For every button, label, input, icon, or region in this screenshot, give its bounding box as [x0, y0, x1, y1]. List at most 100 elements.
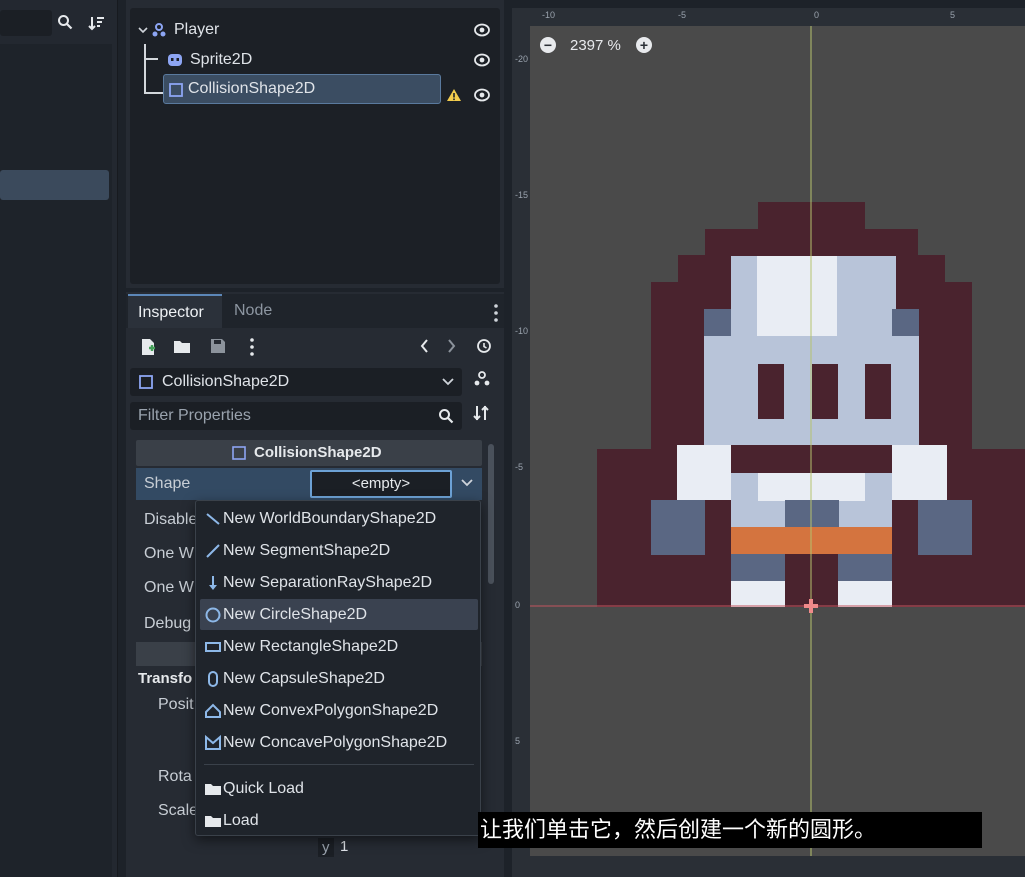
tab-node[interactable]: Node: [224, 294, 282, 328]
folder-icon: [205, 816, 221, 827]
property-label: Rota: [158, 768, 192, 785]
collisionshape2d-icon: [139, 375, 153, 389]
filesystem-path-field[interactable]: [0, 10, 52, 36]
menu-item-separation-ray[interactable]: New SeparationRayShape2D: [200, 567, 478, 598]
menu-item-concave-polygon[interactable]: New ConcavePolygonShape2D: [200, 727, 478, 758]
inspector-scrollbar[interactable]: [488, 444, 494, 584]
search-icon: [439, 409, 454, 424]
segment-icon: [206, 544, 220, 558]
node-tools-icon[interactable]: [470, 370, 494, 394]
menu-item-label: New RectangleShape2D: [223, 638, 399, 655]
tree-item-sprite2d[interactable]: Sprite2D: [130, 46, 500, 74]
visibility-eye-icon[interactable]: [474, 23, 490, 37]
sort-icon[interactable]: [88, 14, 106, 32]
menu-item-convex-polygon[interactable]: New ConvexPolygonShape2D: [200, 695, 478, 726]
visibility-eye-icon[interactable]: [474, 88, 490, 102]
menu-item-world-boundary[interactable]: New WorldBoundaryShape2D: [200, 503, 478, 534]
more-options-icon[interactable]: [242, 338, 262, 358]
zoom-controls: − 2397 % +: [540, 34, 660, 56]
rectangle-icon: [205, 642, 221, 652]
menu-item-label: New CircleShape2D: [223, 606, 368, 623]
sprite2d-icon: [168, 54, 182, 66]
selected-node-dropdown[interactable]: CollisionShape2D: [130, 368, 462, 396]
menu-item-label: New ConcavePolygonShape2D: [223, 734, 448, 751]
menu-item-circle[interactable]: New CircleShape2D: [200, 599, 478, 630]
inspector-tabbar: Inspector Node: [126, 294, 504, 328]
canvas-viewport[interactable]: -10 -5 0 5 -20 -15 -10 -5 0 5 − 2397 % +: [512, 8, 1025, 877]
tab-inspector[interactable]: Inspector: [128, 294, 222, 328]
menu-item-label: New SeparationRayShape2D: [223, 574, 433, 591]
open-folder-icon[interactable]: [172, 338, 192, 358]
world-boundary-icon: [206, 513, 220, 525]
zoom-level[interactable]: 2397 %: [570, 37, 621, 54]
inspector-toolbar: [134, 336, 496, 362]
scene-dock: Player Sprite2D CollisionShape2D: [126, 0, 504, 288]
godot-editor: Player Sprite2D CollisionShape2D Inspect…: [0, 0, 1025, 877]
property-shape[interactable]: Shape <empty>: [136, 468, 482, 500]
visibility-eye-icon[interactable]: [474, 53, 490, 67]
capsule-icon: [208, 671, 218, 687]
chevron-down-icon: [442, 378, 454, 386]
property-label: Scale: [158, 802, 199, 819]
tree-item-label: Player: [174, 21, 220, 38]
collisionshape2d-icon: [232, 446, 246, 460]
convex-polygon-icon: [205, 703, 221, 718]
shape-type-menu: New WorldBoundaryShape2D New SegmentShap…: [195, 500, 481, 836]
property-label: Posit: [158, 696, 194, 713]
history-back-icon[interactable]: [414, 338, 434, 358]
menu-item-segment[interactable]: New SegmentShape2D: [200, 535, 478, 566]
save-icon[interactable]: [208, 338, 228, 358]
folder-icon: [205, 784, 221, 795]
scale-y-value[interactable]: 1: [340, 838, 348, 855]
tree-item-label: Sprite2D: [190, 51, 253, 68]
history-forward-icon[interactable]: [442, 338, 462, 358]
history-icon[interactable]: [474, 338, 494, 358]
chevron-down-icon[interactable]: [138, 21, 148, 39]
tree-connector: [144, 92, 164, 94]
video-subtitle: 让我们单击它，然后创建一个新的圆形。: [478, 812, 982, 848]
shape-value-button[interactable]: <empty>: [310, 470, 452, 498]
new-resource-icon[interactable]: [138, 338, 158, 358]
filter-placeholder: Filter Properties: [138, 407, 251, 424]
concave-polygon-icon: [205, 734, 221, 750]
separation-ray-icon: [209, 576, 217, 590]
tree-item-player[interactable]: Player: [130, 16, 500, 44]
property-label: Debug: [144, 615, 192, 632]
menu-item-label: New ConvexPolygonShape2D: [223, 702, 439, 719]
selected-node-label: CollisionShape2D: [162, 373, 290, 390]
scene-tree: Player Sprite2D CollisionShape2D: [130, 8, 500, 284]
tree-item-label: CollisionShape2D: [188, 80, 316, 97]
menu-item-capsule[interactable]: New CapsuleShape2D: [200, 663, 478, 694]
property-settings-icon[interactable]: [470, 404, 494, 428]
tree-item-collisionshape2d[interactable]: CollisionShape2D: [163, 74, 441, 104]
transform-section-label[interactable]: Transfo: [138, 670, 192, 687]
chevron-down-icon[interactable]: [460, 476, 474, 490]
filesystem-selected-row[interactable]: [0, 170, 109, 200]
viewport-bottom-bar: [512, 856, 1025, 877]
menu-item-quick-load[interactable]: Quick Load: [200, 773, 478, 804]
zoom-in-button[interactable]: +: [636, 37, 652, 53]
menu-item-label: New WorldBoundaryShape2D: [223, 510, 437, 527]
warning-icon[interactable]: [446, 88, 462, 102]
circle-icon: [205, 607, 221, 623]
menu-item-label: Load: [223, 812, 259, 829]
menu-item-label: New SegmentShape2D: [223, 542, 391, 559]
filter-properties-input[interactable]: Filter Properties: [130, 402, 462, 430]
zoom-out-button[interactable]: −: [540, 37, 556, 53]
player-sprite[interactable]: [512, 8, 1025, 877]
menu-kebab-icon[interactable]: [494, 304, 498, 322]
menu-item-label: New CapsuleShape2D: [223, 670, 385, 687]
node2d-icon: [152, 23, 166, 37]
section-title: CollisionShape2D: [254, 444, 382, 461]
section-header-collisionshape2d[interactable]: CollisionShape2D: [136, 440, 482, 466]
collisionshape2d-icon: [169, 83, 183, 97]
property-label: Shape: [144, 475, 191, 492]
property-label: Disable: [144, 511, 198, 528]
filesystem-toolbar: [0, 8, 112, 42]
menu-item-rectangle[interactable]: New RectangleShape2D: [200, 631, 478, 662]
filesystem-dock: [0, 0, 118, 877]
search-icon[interactable]: [56, 14, 74, 32]
menu-item-load[interactable]: Load: [200, 805, 478, 836]
property-label: One W: [144, 579, 194, 596]
scale-y-axis-label: y: [318, 838, 334, 857]
